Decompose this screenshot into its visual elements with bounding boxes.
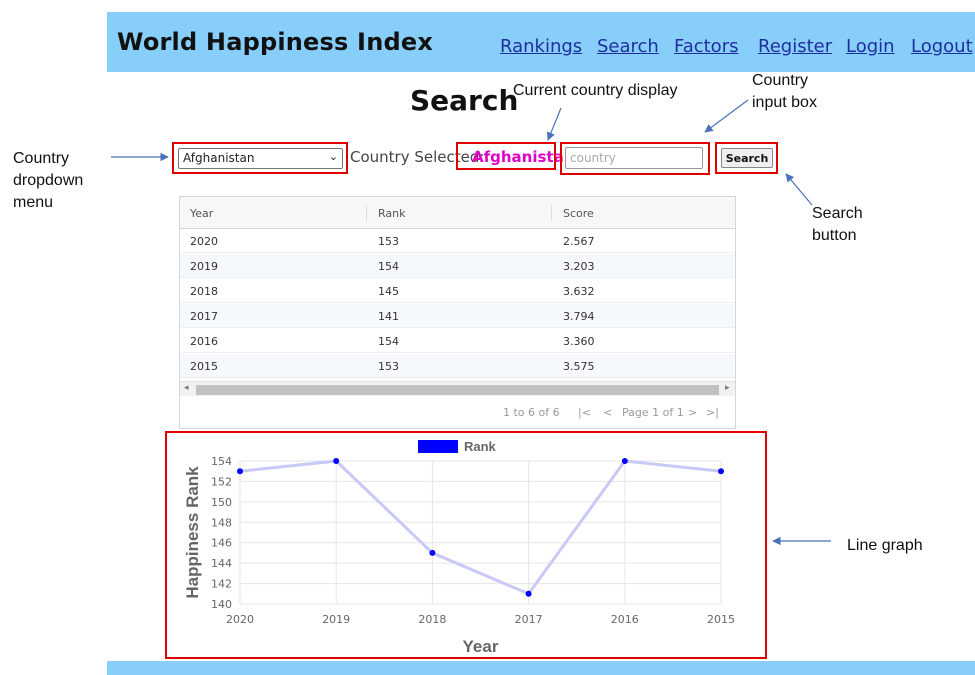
top-navbar: World Happiness Index Rankings Search Fa… <box>107 12 975 72</box>
annotation-input-line: Country <box>752 72 809 89</box>
cell-score: 3.794 <box>563 310 595 323</box>
annotation-button-line: Search <box>812 205 863 222</box>
cell-year: 2017 <box>190 310 218 323</box>
cell-score: 3.203 <box>563 260 595 273</box>
cell-score: 2.567 <box>563 235 595 248</box>
column-divider <box>551 205 552 221</box>
scroll-left-icon[interactable]: ◂ <box>184 383 189 393</box>
cell-score: 3.632 <box>563 285 595 298</box>
nav-link-factors[interactable]: Factors <box>674 36 738 57</box>
scrollbar-thumb[interactable] <box>196 385 719 395</box>
nav-link-search[interactable]: Search <box>597 36 659 57</box>
table-pager: 1 to 6 of 6 |< < Page 1 of 1 > >| <box>180 397 735 428</box>
table-row[interactable]: 2016 154 3.360 <box>180 329 735 353</box>
table-header: Year Rank Score <box>180 197 735 229</box>
input-highlight-box <box>560 142 710 175</box>
cell-score: 3.360 <box>563 335 595 348</box>
nav-link-register[interactable]: Register <box>758 36 832 57</box>
cell-year: 2015 <box>190 360 218 373</box>
current-country-highlight-box <box>456 142 556 170</box>
last-page-icon[interactable]: >| <box>706 406 719 419</box>
cell-year: 2019 <box>190 260 218 273</box>
column-header-year[interactable]: Year <box>190 207 213 220</box>
annotation-line-graph: Line graph <box>847 537 923 554</box>
annotation-dropdown-line: dropdown <box>13 172 84 189</box>
arrow-to-current-country <box>546 107 562 141</box>
nav-link-login[interactable]: Login <box>846 36 895 57</box>
annotation-dropdown-line: menu <box>13 194 54 211</box>
annotation-input-line: input box <box>752 94 817 111</box>
nav-link-rankings[interactable]: Rankings <box>500 36 582 57</box>
arrow-to-input-box <box>704 99 749 133</box>
previous-page-icon[interactable]: < <box>603 406 612 419</box>
annotation-dropdown-line: Country <box>13 150 70 167</box>
cell-rank: 153 <box>378 235 399 248</box>
table-row[interactable]: 2020 153 2.567 <box>180 229 735 253</box>
arrow-to-search-button <box>785 173 813 206</box>
cell-rank: 153 <box>378 360 399 373</box>
pager-page-label: Page 1 of 1 <box>622 406 684 419</box>
cell-rank: 141 <box>378 310 399 323</box>
annotation-current-country: Current country display <box>513 82 678 99</box>
cell-year: 2020 <box>190 235 218 248</box>
annotation-input-box: Country input box <box>752 70 817 114</box>
column-header-score[interactable]: Score <box>563 207 594 220</box>
first-page-icon[interactable]: |< <box>578 406 591 419</box>
column-divider <box>366 205 367 221</box>
scroll-right-icon[interactable]: ▸ <box>725 383 730 393</box>
brand-title: World Happiness Index <box>117 28 434 56</box>
annotation-dropdown: Country dropdown menu <box>13 148 83 214</box>
search-button-highlight-box <box>715 142 778 174</box>
table-row[interactable]: 2019 154 3.203 <box>180 254 735 278</box>
annotation-search-button: Search button <box>812 203 863 247</box>
nav-link-logout[interactable]: Logout <box>911 36 973 57</box>
footer-bar <box>107 661 975 675</box>
pager-summary: 1 to 6 of 6 <box>503 406 560 419</box>
cell-year: 2016 <box>190 335 218 348</box>
table-row[interactable]: 2017 141 3.794 <box>180 304 735 328</box>
screenshot-root: World Happiness Index Rankings Search Fa… <box>0 0 975 675</box>
column-header-rank[interactable]: Rank <box>378 207 405 220</box>
next-page-icon[interactable]: > <box>688 406 697 419</box>
cell-rank: 154 <box>378 335 399 348</box>
table-row[interactable]: 2018 145 3.632 <box>180 279 735 303</box>
table-row[interactable]: 2015 153 3.575 <box>180 354 735 378</box>
cell-score: 3.575 <box>563 360 595 373</box>
cell-rank: 154 <box>378 260 399 273</box>
horizontal-scrollbar[interactable]: ◂ ▸ <box>180 381 735 396</box>
annotation-button-line: button <box>812 227 857 244</box>
results-table: Year Rank Score 2020 153 2.567 2019 154 … <box>179 196 736 429</box>
page-title: Search <box>410 84 519 117</box>
cell-year: 2018 <box>190 285 218 298</box>
chart-highlight-box <box>165 431 767 659</box>
dropdown-highlight-box <box>172 142 348 174</box>
cell-rank: 145 <box>378 285 399 298</box>
